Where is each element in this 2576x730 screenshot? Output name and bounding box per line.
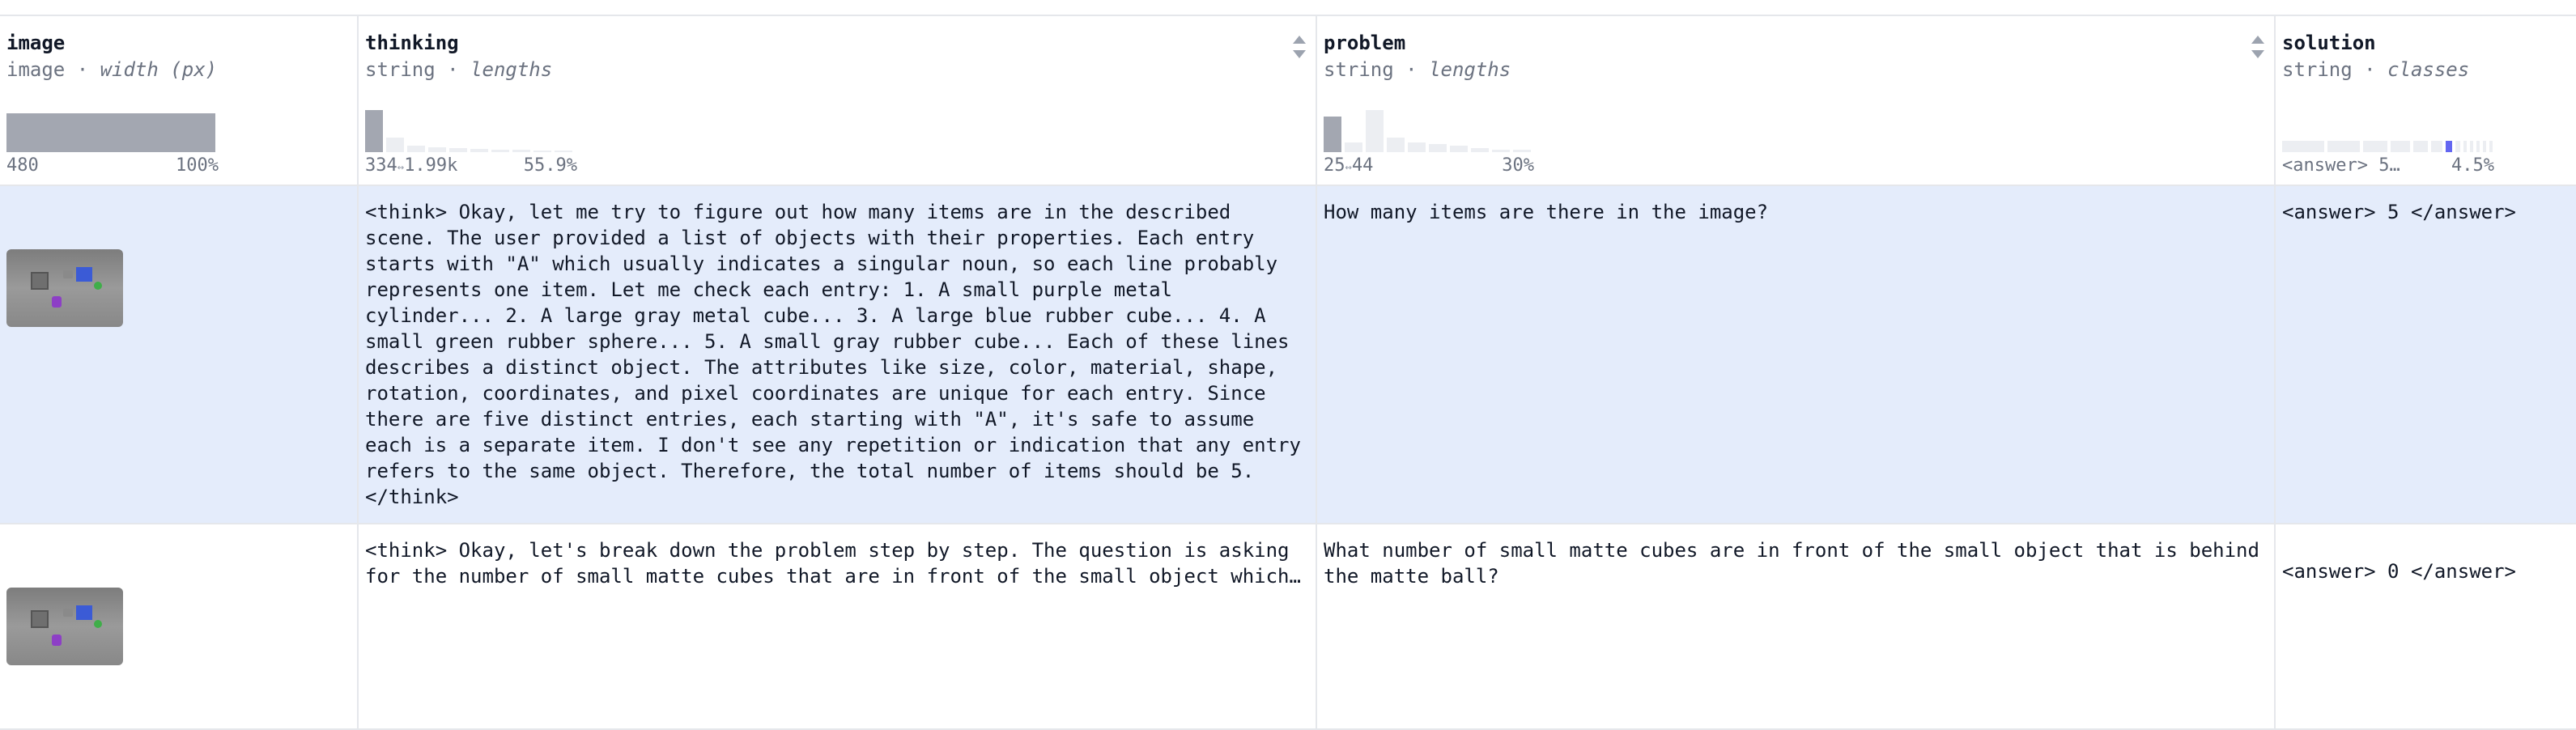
histogram-bar bbox=[1513, 150, 1531, 152]
class-bar bbox=[2483, 141, 2486, 152]
class-bar bbox=[2413, 141, 2428, 152]
problem-cell[interactable]: How many items are there in the image? bbox=[1316, 185, 2276, 524]
histogram-range: 25↔44 30% bbox=[1324, 155, 1534, 176]
histogram-bar bbox=[1387, 138, 1405, 152]
histogram-bar bbox=[491, 150, 509, 152]
blue-cube-shape bbox=[76, 605, 92, 620]
class-bar bbox=[2431, 141, 2442, 152]
column-header-image[interactable]: image image · width (px) 480 100% bbox=[0, 16, 359, 186]
range-label: 334↔1.99k bbox=[365, 155, 458, 176]
column-header-solution[interactable]: solution string · classes <answer> 5… 4.… bbox=[2275, 16, 2576, 186]
purple-cylinder-shape bbox=[52, 296, 62, 308]
histogram-bar bbox=[512, 150, 530, 152]
histogram-range: 334↔1.99k 55.9% bbox=[365, 155, 577, 176]
thinking-cell[interactable]: <think> Okay, let's break down the probl… bbox=[358, 524, 1317, 730]
classes-chart bbox=[2282, 107, 2563, 152]
lengths-histogram bbox=[1324, 107, 2261, 152]
histogram-bar bbox=[449, 148, 467, 152]
column-header-problem[interactable]: problem string · lengths 25↔44 30% bbox=[1316, 16, 2276, 186]
histogram-bar bbox=[1408, 142, 1426, 152]
histogram-bar bbox=[1471, 148, 1489, 152]
column-name: solution bbox=[2282, 32, 2376, 54]
sort-icon[interactable] bbox=[2251, 36, 2264, 58]
table-row[interactable]: <think> Okay, let's break down the probl… bbox=[0, 524, 2576, 730]
solution-cell[interactable]: <answer> 0 </answer> bbox=[2275, 524, 2576, 730]
histogram-bar bbox=[1324, 117, 1341, 152]
histogram-bar bbox=[365, 110, 383, 152]
column-name: thinking bbox=[365, 32, 459, 54]
column-name: image bbox=[6, 32, 66, 54]
range-label: 25↔44 bbox=[1324, 155, 1374, 176]
histogram-bar bbox=[1345, 142, 1362, 152]
histogram-bar bbox=[1492, 150, 1510, 152]
column-type: string · lengths bbox=[1324, 58, 1511, 81]
column-name: problem bbox=[1324, 32, 1406, 54]
lengths-histogram bbox=[365, 107, 1303, 152]
gray-small-shape bbox=[63, 270, 73, 278]
range-percent: 30% bbox=[1502, 155, 1534, 176]
gray-cube-shape bbox=[31, 610, 49, 628]
column-header-thinking[interactable]: thinking string · lengths 334↔1.99k 55.9… bbox=[358, 16, 1317, 186]
green-sphere-shape bbox=[94, 282, 102, 290]
class-bar bbox=[2363, 141, 2387, 152]
class-bar bbox=[2455, 141, 2460, 152]
histogram-bar bbox=[1450, 146, 1468, 152]
green-sphere-shape bbox=[94, 620, 102, 628]
histogram-bar bbox=[555, 151, 572, 152]
class-bar bbox=[2391, 141, 2410, 152]
range-percent: 55.9% bbox=[523, 155, 577, 176]
class-bar bbox=[2489, 141, 2493, 152]
header-row: image image · width (px) 480 100% thinki… bbox=[0, 16, 2576, 186]
sort-icon[interactable] bbox=[1293, 36, 1306, 58]
column-type: string · lengths bbox=[365, 58, 553, 81]
histogram-bar bbox=[470, 149, 488, 152]
histogram-bar bbox=[1429, 144, 1447, 152]
solution-cell[interactable]: <answer> 5 </answer> bbox=[2275, 185, 2576, 524]
width-histogram bbox=[6, 107, 344, 152]
column-type: string · classes bbox=[2282, 58, 2470, 81]
table-row[interactable]: <think> Okay, let me try to figure out h… bbox=[0, 185, 2576, 524]
class-bar bbox=[2327, 141, 2360, 152]
range-min: 480 bbox=[6, 155, 39, 176]
histogram-bar bbox=[533, 151, 551, 152]
problem-cell[interactable]: What number of small matte cubes are in … bbox=[1316, 524, 2276, 730]
class-percent: 4.5% bbox=[2451, 155, 2494, 176]
purple-cylinder-shape bbox=[52, 635, 62, 646]
class-bar bbox=[2476, 141, 2480, 152]
class-label-row: <answer> 5… 4.5% bbox=[2282, 155, 2494, 176]
histogram-range: 480 100% bbox=[6, 155, 219, 176]
image-cell[interactable] bbox=[0, 185, 359, 524]
class-bar bbox=[2470, 141, 2473, 152]
histogram-bar bbox=[6, 113, 215, 152]
class-label: <answer> 5… bbox=[2282, 155, 2400, 176]
gray-cube-shape bbox=[31, 272, 49, 290]
image-cell[interactable] bbox=[0, 524, 359, 730]
histogram-bar bbox=[407, 146, 425, 152]
top-divider bbox=[0, 0, 2576, 16]
image-thumbnail[interactable] bbox=[6, 588, 123, 665]
class-bar bbox=[2463, 141, 2467, 152]
histogram-bar bbox=[386, 138, 404, 152]
thinking-cell[interactable]: <think> Okay, let me try to figure out h… bbox=[358, 185, 1317, 524]
class-bar bbox=[2282, 141, 2324, 152]
column-type: image · width (px) bbox=[6, 58, 218, 81]
class-bar-selected bbox=[2446, 141, 2452, 152]
histogram-bar bbox=[1366, 110, 1384, 152]
blue-cube-shape bbox=[76, 267, 92, 282]
dataset-table: image image · width (px) 480 100% thinki… bbox=[0, 16, 2576, 730]
histogram-bar bbox=[428, 147, 446, 152]
gray-small-shape bbox=[63, 609, 73, 617]
range-max: 100% bbox=[176, 155, 219, 176]
image-thumbnail[interactable] bbox=[6, 249, 123, 327]
thinking-text: <think> Okay, let's break down the probl… bbox=[365, 539, 1290, 588]
